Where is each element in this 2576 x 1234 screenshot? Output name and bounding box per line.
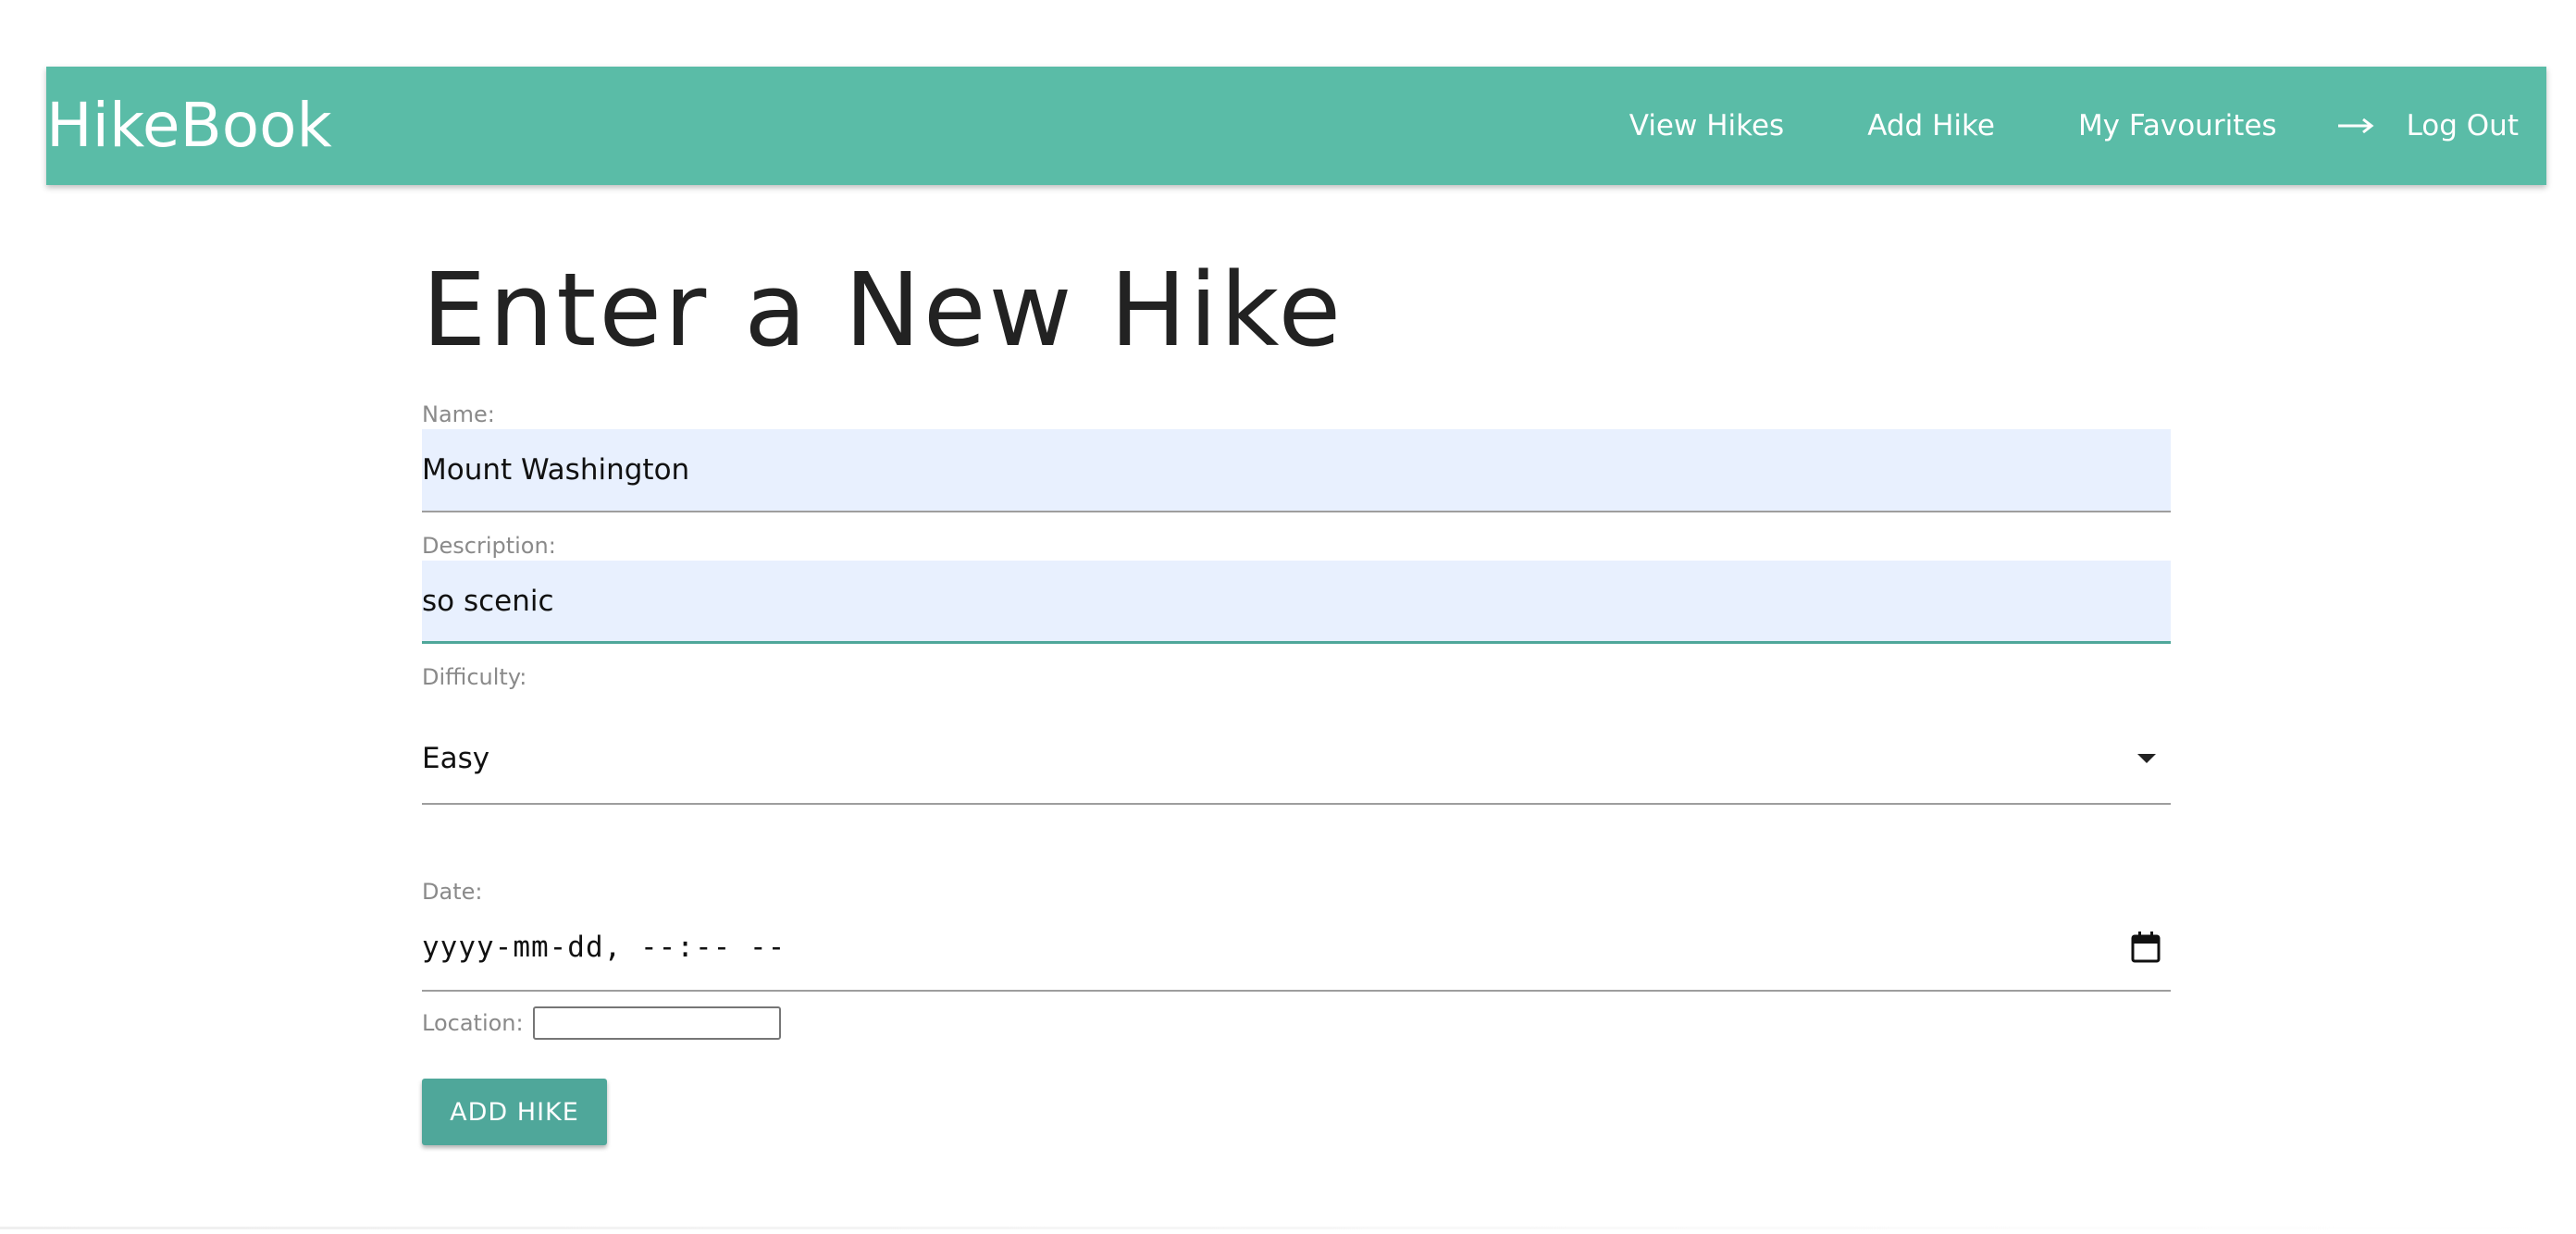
nav-log-out[interactable]: Log Out <box>2337 109 2519 142</box>
brand-logo[interactable]: HikeBook <box>46 67 332 185</box>
name-input[interactable] <box>422 429 2171 512</box>
difficulty-select[interactable]: Easy <box>422 716 2171 805</box>
difficulty-label: Difficulty: <box>422 664 527 690</box>
description-input[interactable] <box>422 561 2171 644</box>
nav-add-hike[interactable]: Add Hike <box>1867 109 1995 142</box>
location-row: Location: <box>422 1006 781 1040</box>
nav-my-favourites[interactable]: My Favourites <box>2078 109 2277 142</box>
nav-view-hikes[interactable]: View Hikes <box>1629 109 1784 142</box>
new-hike-form: Enter a New Hike Name: Description: Diff… <box>422 222 2171 1145</box>
date-placeholder: yyyy-mm-dd, --:-- -- <box>422 931 786 964</box>
calendar-icon[interactable] <box>2130 931 2161 968</box>
page-divider <box>0 1227 2576 1229</box>
description-label: Description: <box>422 533 556 559</box>
nav-links: View Hikes Add Hike My Favourites Log Ou… <box>1629 67 2519 185</box>
name-label: Name: <box>422 401 495 427</box>
log-out-label: Log Out <box>2406 109 2519 142</box>
add-hike-button[interactable]: ADD HIKE <box>422 1079 607 1145</box>
date-label: Date: <box>422 879 483 905</box>
top-navbar: HikeBook View Hikes Add Hike My Favourit… <box>46 67 2546 185</box>
difficulty-selected-value: Easy <box>422 742 490 775</box>
location-label: Location: <box>422 1010 524 1036</box>
arrow-right-icon <box>2337 117 2375 135</box>
caret-down-icon <box>2136 751 2158 769</box>
page-title: Enter a New Hike <box>422 251 1344 369</box>
location-input[interactable] <box>532 1006 781 1040</box>
date-input[interactable]: yyyy-mm-dd, --:-- -- <box>422 910 2171 992</box>
